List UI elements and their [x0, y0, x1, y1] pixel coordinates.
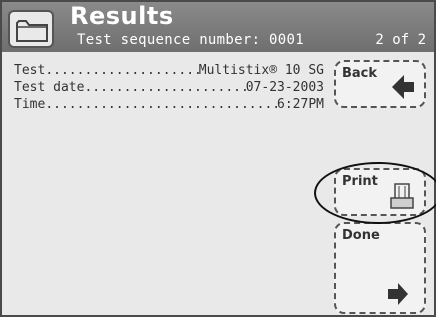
printer-icon — [390, 183, 414, 209]
leader-dots — [45, 96, 277, 113]
print-button-label: Print — [342, 174, 378, 189]
test-details: Test Multistix® 10 SG Test date 07-23-20… — [14, 62, 324, 113]
date-row: Test date 07-23-2003 — [14, 79, 324, 96]
arrow-right-icon — [388, 283, 408, 305]
results-screen: Results Test sequence number: 0001 2 of … — [0, 0, 436, 317]
page-indicator: 2 of 2 — [375, 32, 426, 48]
done-button[interactable]: Done — [334, 222, 426, 314]
time-label: Time — [14, 97, 46, 112]
test-value: Multistix® 10 SG — [198, 63, 324, 78]
folder-icon — [16, 20, 48, 42]
back-button[interactable]: Back — [334, 60, 426, 108]
date-label: Test date — [14, 80, 85, 95]
page-title: Results — [70, 2, 174, 30]
test-label: Test — [14, 63, 46, 78]
test-row: Test Multistix® 10 SG — [14, 62, 324, 79]
time-row: Time 6:27PM — [14, 96, 324, 113]
back-button-label: Back — [342, 66, 378, 81]
time-value: 6:27PM — [277, 97, 324, 112]
test-sequence-number: Test sequence number: 0001 — [77, 32, 304, 48]
folder-icon-box — [8, 10, 54, 48]
done-button-label: Done — [342, 228, 380, 243]
arrow-left-icon — [392, 75, 414, 99]
header-bar: Results Test sequence number: 0001 2 of … — [2, 2, 434, 52]
date-value: 07-23-2003 — [245, 80, 324, 95]
leader-dots — [84, 79, 245, 96]
leader-dots — [45, 62, 198, 79]
print-button[interactable]: Print — [334, 168, 426, 216]
